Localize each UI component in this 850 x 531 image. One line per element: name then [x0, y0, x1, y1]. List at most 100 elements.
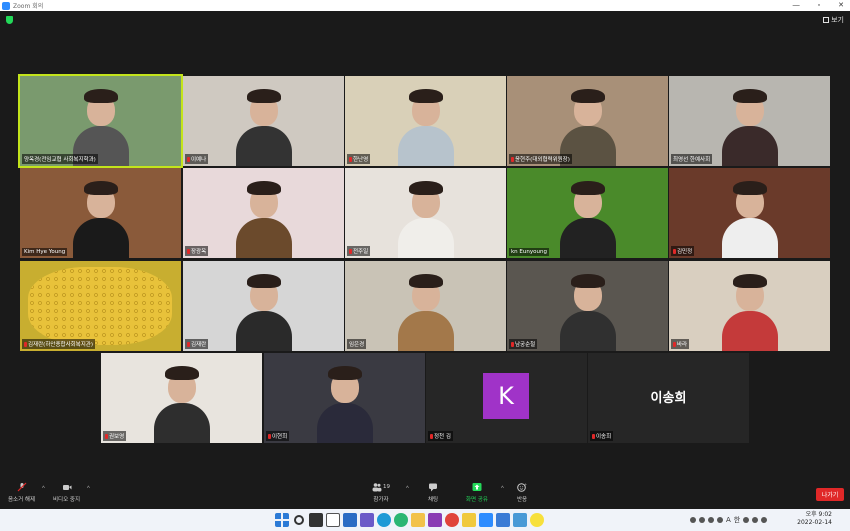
muted-mic-icon	[673, 341, 676, 347]
search-icon[interactable]	[294, 515, 304, 525]
participant-tile[interactable]: 장광옥	[183, 168, 344, 258]
battery-icon[interactable]	[761, 517, 768, 523]
file-explorer-icon[interactable]	[411, 513, 425, 527]
close-button[interactable]: ✕	[838, 0, 844, 11]
person-silhouette	[316, 363, 373, 443]
participant-name: 한난영	[353, 157, 369, 163]
participant-tile[interactable]: 임은경	[345, 261, 506, 351]
chrome-icon[interactable]	[445, 513, 459, 527]
stop-video-button[interactable]: 비디오 중지	[53, 482, 80, 503]
grid-view-icon	[823, 17, 830, 23]
participant-name-tag: 양옥경(전임교협 사회복지학과)	[22, 154, 98, 164]
edge-dev-icon[interactable]	[394, 513, 408, 527]
system-tray: A 한	[690, 515, 768, 525]
wifi-icon[interactable]	[743, 517, 750, 523]
participant-name: 임은경	[349, 342, 365, 348]
meeting-toolbar: 음소거 해제 ^ 비디오 중지 ^ 19 참가자 ^ 채팅 화면 공유 ^ + …	[0, 480, 850, 509]
participant-tile[interactable]: kn Eunyoung	[507, 168, 668, 258]
language-indicator[interactable]: 한	[734, 515, 740, 525]
minimize-button[interactable]: —	[793, 0, 800, 11]
person-silhouette	[235, 178, 292, 258]
volume-icon[interactable]	[752, 517, 759, 523]
reactions-label: 반응	[517, 497, 528, 503]
chat-bubble-icon	[429, 483, 438, 492]
participant-tile[interactable]: Kim Hye Young	[20, 168, 181, 258]
participant-name-tag: 남궁순철	[509, 339, 538, 349]
participant-tile[interactable]: 이예나	[183, 76, 344, 166]
teams-icon[interactable]	[360, 513, 374, 527]
person-silhouette	[397, 178, 454, 258]
participant-name: 장광옥	[191, 249, 207, 255]
participant-name-tag: 권보영	[103, 431, 127, 441]
store-icon[interactable]	[496, 513, 510, 527]
muted-mic-icon	[673, 248, 676, 254]
participant-tile[interactable]: 양옥경(전임교협 사회복지학과)	[18, 74, 183, 168]
participant-tile[interactable]: 김재란	[183, 261, 344, 351]
zoom-taskbar-icon[interactable]	[479, 513, 493, 527]
muted-mic-icon	[511, 156, 514, 162]
stop-video-label: 비디오 중지	[53, 497, 81, 503]
smiley-plus-icon: +	[517, 482, 527, 492]
participant-tile[interactable]: 남궁순철	[507, 261, 668, 351]
participant-name: 바라	[677, 342, 688, 348]
participant-tile[interactable]: 바라	[669, 261, 830, 351]
windows-taskbar: A 한 오후 9:02 2022-02-14	[0, 509, 850, 531]
clock[interactable]: 오후 9:02 2022-02-14	[797, 511, 832, 527]
participant-tile[interactable]: 권보영	[101, 353, 262, 443]
person-silhouette	[72, 178, 129, 258]
participant-tile[interactable]: 이현희	[264, 353, 425, 443]
widgets-icon[interactable]	[326, 513, 340, 527]
participant-name: 양옥경(전임교협 사회복지학과)	[24, 157, 96, 163]
participants-caret-icon[interactable]: ^	[406, 486, 409, 492]
muted-mic-icon	[187, 341, 190, 347]
view-button[interactable]: 보기	[823, 15, 844, 25]
video-options-caret-icon[interactable]: ^	[87, 486, 90, 492]
participant-name-tag: kn Eunyoung	[509, 248, 549, 256]
participant-tile[interactable]: 이송희 이송희	[588, 353, 749, 443]
onenote-icon[interactable]	[428, 513, 442, 527]
participant-name: 권보영	[109, 434, 125, 440]
tray-overflow-icon[interactable]	[690, 517, 696, 523]
share-screen-button[interactable]: 화면 공유	[466, 482, 488, 503]
participant-tile[interactable]: 한난영	[345, 76, 506, 166]
participant-tile[interactable]: K 정천 김	[426, 353, 587, 443]
reactions-button[interactable]: + 반응	[517, 482, 527, 503]
encryption-shield-icon[interactable]	[6, 16, 13, 24]
start-windows-icon[interactable]	[275, 513, 289, 527]
avatar: K	[483, 373, 529, 419]
muted-mic-icon	[17, 482, 26, 492]
muted-mic-icon	[592, 433, 595, 439]
chat-app-icon[interactable]	[343, 513, 357, 527]
participant-name-tag: Kim Hye Young	[22, 248, 68, 256]
participant-name: 김민정	[677, 249, 693, 255]
participant-tile[interactable]: 윤현주(대외협력위원장)	[507, 76, 668, 166]
video-camera-icon	[62, 485, 72, 490]
audio-options-caret-icon[interactable]: ^	[42, 486, 45, 492]
participant-tile[interactable]: 최영선 한예사회	[669, 76, 830, 166]
window-titlebar: Zoom 회의 — ▫ ✕	[0, 0, 850, 11]
virtual-background-art	[28, 267, 172, 345]
participant-name-tag: 김민정	[671, 246, 695, 256]
taskbar-apps	[275, 513, 544, 527]
ime-mode[interactable]: A	[726, 516, 731, 524]
onedrive-icon[interactable]	[699, 517, 705, 523]
participant-tile[interactable]: 김재란(하안종합사회복지관)	[20, 261, 181, 351]
participants-button[interactable]: 19 참가자	[372, 482, 390, 503]
unmute-label: 음소거 해제	[8, 497, 36, 503]
chat-button[interactable]: 채팅	[428, 482, 438, 503]
mic-tray-icon[interactable]	[717, 517, 723, 523]
task-view-icon[interactable]	[309, 513, 323, 527]
leave-meeting-button[interactable]: 나가기	[816, 488, 844, 501]
photos-icon[interactable]	[513, 513, 527, 527]
update-icon[interactable]	[708, 517, 714, 523]
kakaotalk-icon[interactable]	[530, 513, 544, 527]
edge-icon[interactable]	[377, 513, 391, 527]
participant-name: 이예나	[191, 157, 207, 163]
participant-tile[interactable]: 김민정	[669, 168, 830, 258]
sticky-notes-icon[interactable]	[462, 513, 476, 527]
participant-tile[interactable]: 전주일	[345, 168, 506, 258]
share-options-caret-icon[interactable]: ^	[501, 486, 504, 492]
participant-name: Kim Hye Young	[24, 249, 66, 255]
maximize-button[interactable]: ▫	[818, 0, 820, 11]
unmute-button[interactable]: 음소거 해제	[8, 482, 35, 503]
